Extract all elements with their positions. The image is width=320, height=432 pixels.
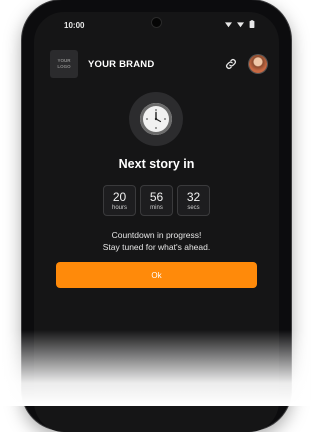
hours-value: 20 [112,189,127,204]
clock-icon [140,103,172,135]
link-icon[interactable] [223,56,239,72]
status-time: 10:00 [64,20,85,30]
bottom-fade [0,330,310,406]
ok-button[interactable]: Ok [56,262,257,288]
mins-label: mins [150,204,163,211]
countdown-title: Next story in [118,157,195,171]
avatar[interactable] [249,55,267,73]
wifi-icon [237,21,244,30]
brand-logo[interactable]: YOUR LOGO [50,50,78,78]
message-line1: Countdown in progress! [111,230,202,240]
logo-text-line2: LOGO [57,64,71,69]
secs-label: secs [187,204,200,211]
clock-icon-container [129,92,183,146]
battery-icon [249,20,255,30]
countdown-message: Countdown in progress! Stay tuned for wh… [34,229,279,253]
mins-value: 56 [149,189,164,204]
countdown-timer: 20 hours 56 mins 32 secs [34,185,279,216]
countdown-hours: 20 hours [103,185,136,216]
status-icons [225,20,255,30]
front-camera [152,18,161,27]
message-line2: Stay tuned for what's ahead. [102,242,211,252]
brand-name: YOUR BRAND [88,58,155,70]
hours-label: hours [111,204,127,211]
countdown-secs: 32 secs [177,185,210,216]
app-header: YOUR LOGO YOUR BRAND [34,42,279,86]
signal-icon [225,21,232,30]
secs-value: 32 [186,189,201,204]
countdown-mins: 56 mins [140,185,173,216]
